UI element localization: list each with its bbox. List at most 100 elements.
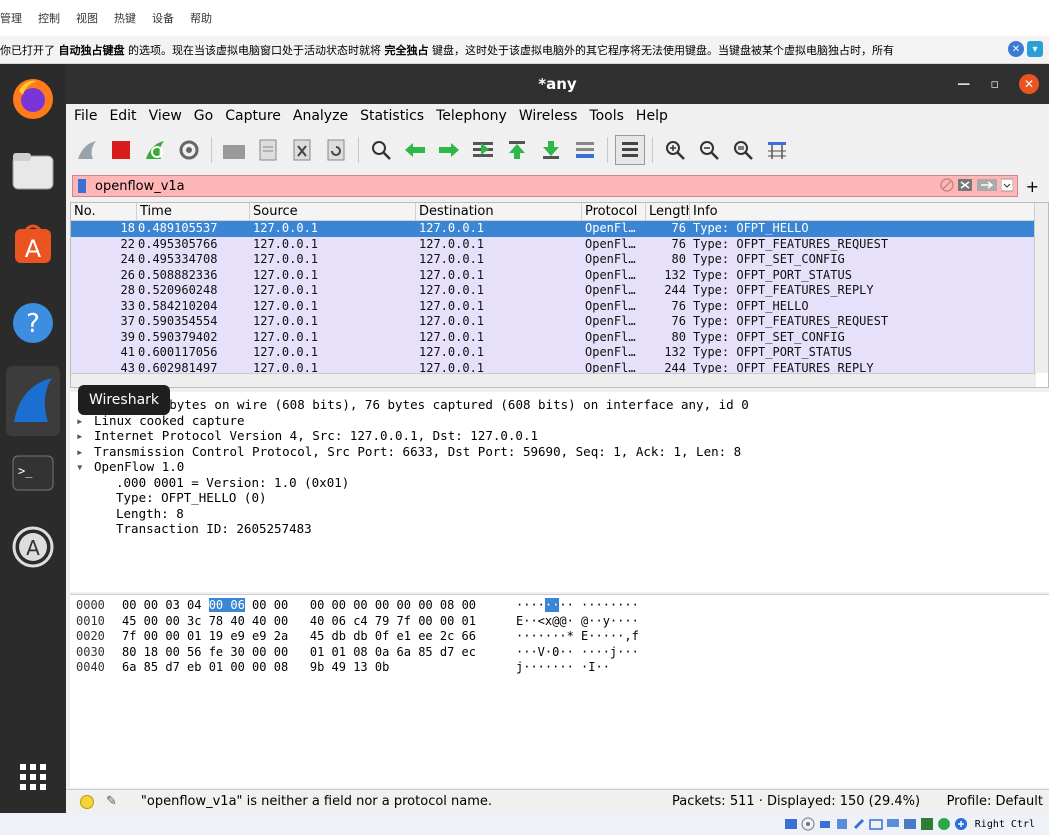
table-row[interactable]: 33 0.584210204 127.0.0.1 127.0.0.1 OpenFl… 76… — [71, 298, 1034, 314]
vm-menu-devices[interactable]: 设备 — [152, 10, 174, 26]
go-first-packet-icon[interactable] — [502, 135, 532, 165]
menu-capture[interactable]: Capture — [225, 108, 281, 124]
zoom-in-icon[interactable] — [660, 135, 690, 165]
banner-close-icon[interactable]: ✕ — [1008, 41, 1024, 57]
vm-menu-help[interactable]: 帮助 — [190, 10, 212, 26]
go-to-packet-icon[interactable] — [468, 135, 498, 165]
colorize-icon[interactable] — [615, 135, 645, 165]
shared-folder-icon[interactable] — [869, 817, 883, 831]
comment-icon[interactable]: ✎ — [106, 794, 117, 809]
filter-close-icon[interactable] — [957, 178, 973, 192]
window-titlebar[interactable]: *any — ▫ ✕ — [66, 64, 1049, 104]
expand-arrow-icon[interactable]: ▸ — [76, 444, 94, 460]
detail-of-xid[interactable]: Transaction ID: 2605257483 — [70, 521, 1049, 537]
bytes-row[interactable]: 0030 80 18 00 56 fe 30 00 00 01 01 08 0a… — [70, 645, 1049, 661]
bytes-row[interactable]: 0040 6a 85 d7 eb 01 00 00 08 9b 49 13 0b… — [70, 660, 1049, 676]
go-last-packet-icon[interactable] — [536, 135, 566, 165]
table-row[interactable]: 37 0.590354554 127.0.0.1 127.0.0.1 OpenFl… 76… — [71, 314, 1034, 330]
reload-file-icon[interactable] — [321, 135, 351, 165]
software-updater-icon[interactable]: A — [6, 520, 60, 574]
menu-wireless[interactable]: Wireless — [519, 108, 578, 124]
expert-info-icon[interactable] — [80, 794, 94, 809]
detail-tcp[interactable]: ▸ Transmission Control Protocol, Src Port… — [70, 444, 1049, 460]
menu-telephony[interactable]: Telephony — [436, 108, 507, 124]
menu-go[interactable]: Go — [194, 108, 213, 124]
detail-of-length[interactable]: Length: 8 — [70, 506, 1049, 522]
detail-linux-cooked[interactable]: ▸ Linux cooked capture — [70, 413, 1049, 429]
maximize-icon[interactable]: ▫ — [990, 77, 999, 92]
packet-list-vertical-scrollbar[interactable] — [1034, 203, 1048, 373]
hdd-icon[interactable] — [784, 817, 798, 831]
detail-of-type[interactable]: Type: OFPT_HELLO (0) — [70, 490, 1049, 506]
col-header-no[interactable]: No. — [71, 203, 137, 220]
table-row[interactable]: 41 0.600117056 127.0.0.1 127.0.0.1 OpenFl… 13… — [71, 345, 1034, 361]
minimize-icon[interactable]: — — [957, 77, 970, 92]
terminal-icon[interactable]: >_ — [6, 446, 60, 500]
col-header-info[interactable]: Info — [690, 203, 1048, 220]
firefox-icon[interactable] — [6, 72, 60, 126]
expand-arrow-icon[interactable]: ▸ — [76, 428, 94, 444]
help-icon[interactable]: ? — [6, 296, 60, 350]
add-filter-button-icon[interactable]: + — [1022, 177, 1043, 196]
clear-filter-icon[interactable] — [939, 178, 954, 192]
vm-menu-view[interactable]: 视图 — [76, 10, 98, 26]
network-icon[interactable] — [835, 817, 849, 831]
menu-help[interactable]: Help — [636, 108, 668, 124]
banner-info-icon[interactable]: ▾ — [1027, 41, 1043, 57]
col-header-time[interactable]: Time — [137, 203, 250, 220]
collapse-arrow-icon[interactable]: ▾ — [76, 459, 94, 475]
close-icon[interactable]: ✕ — [1019, 74, 1039, 94]
restart-capture-icon[interactable] — [140, 135, 170, 165]
wireshark-icon[interactable] — [6, 366, 60, 436]
col-header-length[interactable]: Length — [646, 203, 690, 220]
display-filter-input[interactable]: openflow_v1a — [72, 175, 1018, 197]
open-file-icon[interactable] — [219, 135, 249, 165]
col-header-protocol[interactable]: Protocol — [582, 203, 646, 220]
optical-drive-icon[interactable] — [801, 817, 815, 831]
bytes-row[interactable]: 0010 45 00 00 3c 78 40 40 00 40 06 c4 79… — [70, 614, 1049, 630]
table-row[interactable]: 28 0.520960248 127.0.0.1 127.0.0.1 OpenFl… 24… — [71, 283, 1034, 299]
vm-menu-control[interactable]: 控制 — [38, 10, 60, 26]
resize-columns-icon[interactable] — [762, 135, 792, 165]
stop-capture-icon[interactable] — [106, 135, 136, 165]
auto-scroll-icon[interactable] — [570, 135, 600, 165]
capture-options-icon[interactable] — [174, 135, 204, 165]
close-file-icon[interactable] — [287, 135, 317, 165]
software-store-icon[interactable]: A — [6, 216, 60, 270]
cpu-icon[interactable] — [937, 817, 951, 831]
bytes-row[interactable]: 0020 7f 00 00 01 19 e9 e9 2a 45 db db 0f… — [70, 629, 1049, 645]
vm-menu-manage[interactable]: 管理 — [0, 10, 22, 26]
table-row[interactable]: 22 0.495305766 127.0.0.1 127.0.0.1 OpenFl… 76… — [71, 236, 1034, 252]
menu-analyze[interactable]: Analyze — [293, 108, 348, 124]
start-capture-icon[interactable] — [72, 135, 102, 165]
usb-icon[interactable] — [852, 817, 866, 831]
table-row[interactable]: 24 0.495334708 127.0.0.1 127.0.0.1 OpenFl… 80… — [71, 252, 1034, 268]
mouse-integration-icon[interactable] — [954, 817, 968, 831]
detail-frame[interactable]: 76 bytes on wire (608 bits), 76 bytes ca… — [70, 397, 1049, 413]
packet-list-horizontal-scrollbar[interactable] — [71, 373, 1036, 387]
capture-icon[interactable] — [903, 817, 917, 831]
audio-icon[interactable] — [818, 817, 832, 831]
detail-of-version[interactable]: .000 0001 = Version: 1.0 (0x01) — [70, 475, 1049, 491]
display-icon[interactable] — [886, 817, 900, 831]
find-packet-icon[interactable] — [366, 135, 396, 165]
detail-openflow[interactable]: ▾ OpenFlow 1.0 — [70, 459, 1049, 475]
menu-tools[interactable]: Tools — [589, 108, 624, 124]
zoom-out-icon[interactable] — [694, 135, 724, 165]
status-profile[interactable]: Profile: Default — [947, 794, 1043, 809]
col-header-source[interactable]: Source — [250, 203, 416, 220]
files-icon[interactable] — [6, 144, 60, 198]
go-forward-icon[interactable] — [434, 135, 464, 165]
vm-menu-hotkey[interactable]: 热键 — [114, 10, 136, 26]
save-file-icon[interactable] — [253, 135, 283, 165]
filter-dropdown-icon[interactable] — [1000, 178, 1013, 192]
table-row[interactable]: 39 0.590379402 127.0.0.1 127.0.0.1 OpenFl… 80… — [71, 329, 1034, 345]
table-row[interactable]: 26 0.508882336 127.0.0.1 127.0.0.1 OpenFl… 13… — [71, 267, 1034, 283]
bytes-row[interactable]: 0000 00 00 03 04 00 06 00 00 00 00 00 00… — [70, 598, 1049, 614]
zoom-normal-icon[interactable] — [728, 135, 758, 165]
menu-statistics[interactable]: Statistics — [360, 108, 424, 124]
menu-view[interactable]: View — [149, 108, 182, 124]
menu-edit[interactable]: Edit — [109, 108, 136, 124]
col-header-destination[interactable]: Destination — [416, 203, 582, 220]
detail-ip[interactable]: ▸ Internet Protocol Version 4, Src: 127.0… — [70, 428, 1049, 444]
